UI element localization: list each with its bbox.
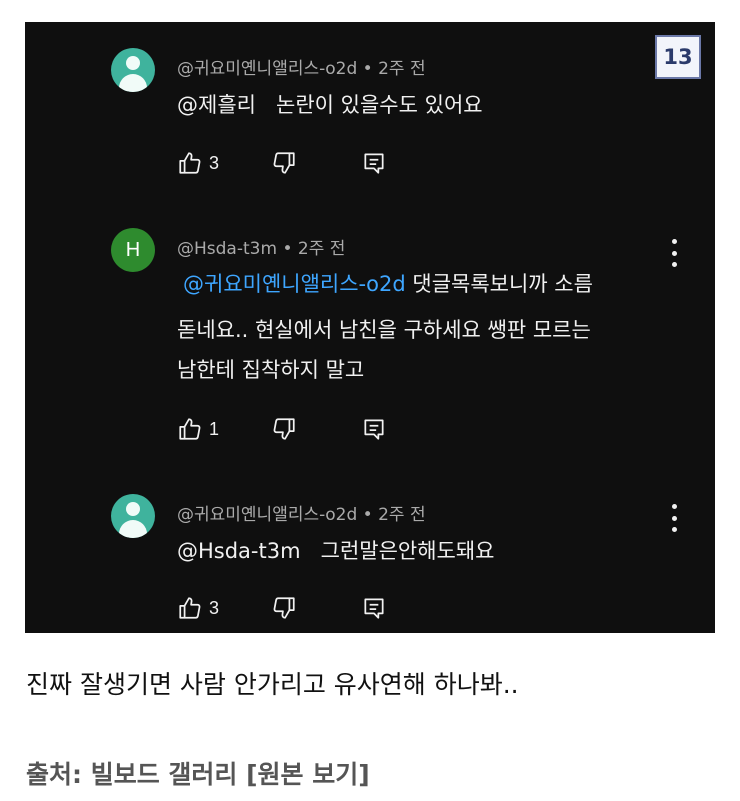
reply-button[interactable]	[361, 416, 387, 442]
comment-author[interactable]: @Hsda-t3m	[177, 239, 277, 259]
reply-icon	[364, 419, 384, 440]
thumbs-down-icon	[273, 418, 295, 440]
comment-time[interactable]: 2주 전	[378, 505, 426, 525]
like-count: 3	[209, 597, 220, 618]
dislike-button[interactable]	[271, 595, 297, 621]
comment-text-line-1: @귀요미옌니앨리스-o2d 댓글목록보니까 소름	[183, 272, 593, 296]
reply-icon	[364, 153, 384, 174]
comment-text-line-3: 남한테 집착하지 말고	[177, 358, 365, 382]
person-icon	[126, 502, 140, 516]
page-number-badge: 13	[655, 35, 701, 79]
like-button[interactable]: 3	[177, 150, 219, 176]
mention[interactable]: @제흘리	[177, 93, 256, 117]
thumbs-up-icon	[179, 418, 201, 440]
comment-text: @제흘리 논란이 있을수도 있어요	[177, 93, 483, 117]
more-options-icon[interactable]	[669, 239, 679, 267]
dislike-button[interactable]	[271, 150, 297, 176]
comment-meta: @귀요미옌니앨리스-o2d • 2주 전	[177, 59, 426, 79]
like-count: 1	[209, 418, 220, 439]
comment-author[interactable]: @귀요미옌니앨리스-o2d	[177, 505, 357, 525]
like-button[interactable]: 3	[177, 595, 219, 621]
comment-meta: @귀요미옌니앨리스-o2d • 2주 전	[177, 505, 426, 525]
comment-text: @Hsda-t3m 그런말은안해도돼요	[177, 539, 495, 563]
like-button[interactable]: 1	[177, 416, 219, 442]
comment-meta: @Hsda-t3m • 2주 전	[177, 239, 346, 259]
more-options-icon[interactable]	[669, 504, 679, 532]
source-link[interactable]: 출처: 빌보드 갤러리 [원본 보기]	[26, 755, 370, 791]
mention[interactable]: @귀요미옌니앨리스-o2d	[183, 272, 406, 296]
comment-time[interactable]: 2주 전	[298, 239, 346, 259]
post-caption: 진짜 잘생기면 사람 안가리고 유사연해 하나봐..	[26, 670, 519, 699]
reply-button[interactable]	[361, 150, 387, 176]
comment-author[interactable]: @귀요미옌니앨리스-o2d	[177, 59, 357, 79]
avatar[interactable]	[111, 494, 155, 538]
comment-actions: 1	[177, 416, 387, 442]
thumbs-up-icon	[179, 597, 201, 619]
person-icon	[126, 56, 140, 70]
thumbs-up-icon	[179, 152, 201, 174]
reply-icon	[364, 598, 384, 619]
comment-actions: 3	[177, 150, 387, 176]
like-count: 3	[209, 152, 220, 173]
comment-actions: 3	[177, 595, 387, 621]
avatar[interactable]	[111, 48, 155, 92]
comment-time[interactable]: 2주 전	[378, 59, 426, 79]
reply-button[interactable]	[361, 595, 387, 621]
thumbs-down-icon	[273, 597, 295, 619]
thumbs-down-icon	[273, 152, 295, 174]
avatar[interactable]: H	[111, 228, 155, 272]
mention[interactable]: @Hsda-t3m	[177, 539, 301, 563]
youtube-comments-screenshot: 13 @귀요미옌니앨리스-o2d • 2주 전 @제흘리 논란이 있을수도 있어…	[25, 22, 715, 633]
dislike-button[interactable]	[271, 416, 297, 442]
